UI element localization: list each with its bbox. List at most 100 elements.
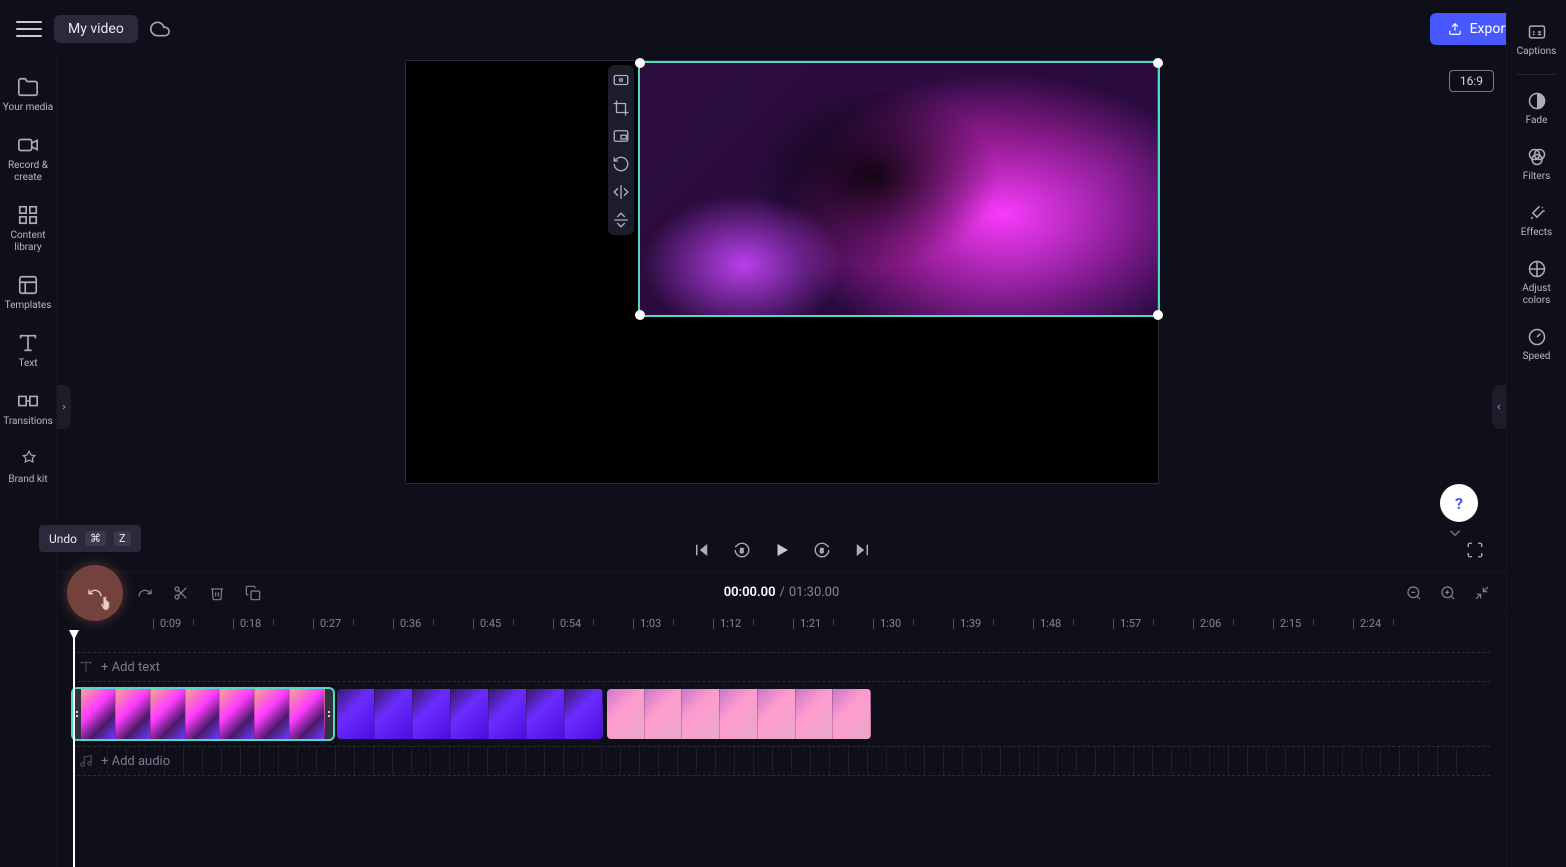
- zoom-out-icon[interactable]: [1406, 585, 1422, 601]
- flip-horizontal-icon[interactable]: [612, 183, 630, 201]
- redo-icon[interactable]: [137, 585, 153, 601]
- ruler-mark: 1:30: [873, 617, 901, 630]
- forward-5s-icon[interactable]: 5: [813, 541, 831, 559]
- ruler-mark: 1:03: [633, 617, 661, 630]
- right-item-filters[interactable]: Filters: [1507, 137, 1566, 193]
- library-icon: [17, 204, 39, 226]
- trash-icon[interactable]: [209, 585, 225, 601]
- sidebar-label: Brand kit: [8, 474, 47, 486]
- resize-handle-tr[interactable]: [1153, 58, 1163, 68]
- right-item-captions[interactable]: Captions: [1507, 12, 1566, 68]
- pip-icon[interactable]: [612, 127, 630, 145]
- flip-vertical-icon[interactable]: [612, 211, 630, 229]
- scissors-icon[interactable]: [173, 585, 189, 601]
- zoom-controls: [1406, 585, 1490, 601]
- filters-icon: [1527, 147, 1547, 167]
- right-item-effects[interactable]: Effects: [1507, 193, 1566, 249]
- ruler-mark: 0:54: [553, 617, 581, 630]
- zoom-in-icon[interactable]: [1440, 585, 1456, 601]
- undo-icon: [87, 585, 103, 601]
- skip-back-icon[interactable]: [693, 541, 711, 559]
- sidebar-label: Text: [18, 358, 37, 370]
- audio-track[interactable]: + Add audio: [73, 746, 1490, 776]
- sidebar-label: Templates: [5, 300, 52, 312]
- duplicate-icon[interactable]: [245, 585, 261, 601]
- right-item-adjust-colors[interactable]: Adjust colors: [1507, 249, 1566, 317]
- media-preview-image: [640, 63, 1158, 315]
- playback-controls: ? 5 5: [57, 528, 1506, 572]
- preview-canvas[interactable]: [405, 60, 1159, 484]
- sidebar-item-text[interactable]: Text: [0, 322, 56, 380]
- crop-icon[interactable]: [612, 99, 630, 117]
- time-display: 00:00.00/01:30.00: [724, 585, 840, 600]
- ruler-mark: 2:15: [1273, 617, 1301, 630]
- resize-handle-br[interactable]: [1153, 310, 1163, 320]
- aspect-ratio-button[interactable]: 16:9: [1449, 70, 1494, 92]
- rotate-icon[interactable]: [612, 155, 630, 173]
- sidebar-item-your-media[interactable]: Your media: [0, 66, 56, 124]
- ruler-mark: 1:12: [713, 617, 741, 630]
- main-area: 16:9 ? 5 5: [57, 58, 1506, 867]
- fit-icon[interactable]: [612, 71, 630, 89]
- zoom-fit-icon[interactable]: [1474, 585, 1490, 601]
- top-bar: My video Export: [0, 0, 1566, 58]
- sidebar-label: Record & create: [2, 160, 54, 184]
- ruler-mark: 1:21: [793, 617, 821, 630]
- skip-forward-icon[interactable]: [853, 541, 871, 559]
- export-label: Export: [1470, 21, 1510, 37]
- ruler-mark: 0:27: [313, 617, 341, 630]
- clip-handle-right[interactable]: [325, 689, 333, 739]
- sidebar-item-transitions[interactable]: Transitions: [0, 380, 56, 438]
- audio-track-placeholder: + Add audio: [101, 754, 170, 769]
- project-title[interactable]: My video: [54, 15, 138, 43]
- music-icon: [79, 754, 93, 768]
- ruler-mark: 1:48: [1033, 617, 1061, 630]
- fullscreen-icon[interactable]: [1466, 541, 1484, 559]
- menu-button[interactable]: [16, 16, 42, 42]
- timeline-tracks: + Add text + Add audio: [57, 636, 1506, 867]
- resize-handle-tl[interactable]: [635, 58, 645, 68]
- undo-button[interactable]: [67, 565, 123, 621]
- cloud-sync-icon[interactable]: [150, 19, 170, 39]
- sidebar-item-templates[interactable]: Templates: [0, 264, 56, 322]
- right-item-speed[interactable]: Speed: [1507, 317, 1566, 373]
- sidebar-item-record-create[interactable]: Record & create: [0, 124, 56, 194]
- transitions-icon: [17, 390, 39, 412]
- templates-icon: [17, 274, 39, 296]
- svg-text:5: 5: [819, 547, 823, 555]
- timeline-toolbar: Undo ⌘ Z 00:00.00/01:30.00: [57, 572, 1506, 612]
- text-track[interactable]: + Add text: [73, 652, 1490, 682]
- text-icon: [17, 332, 39, 354]
- ruler-mark: 0:36: [393, 617, 421, 630]
- playhead[interactable]: [73, 636, 75, 867]
- rewind-5s-icon[interactable]: 5: [733, 541, 751, 559]
- video-clip[interactable]: [607, 689, 871, 739]
- folder-icon: [17, 76, 39, 98]
- ruler-mark: 1:39: [953, 617, 981, 630]
- video-track[interactable]: [73, 688, 1490, 740]
- selected-media-frame[interactable]: [638, 61, 1160, 317]
- right-label: Captions: [1517, 46, 1557, 58]
- chevron-down-icon[interactable]: [1446, 524, 1464, 542]
- floating-toolbar: [608, 65, 634, 235]
- sidebar-label: Content library: [2, 230, 54, 254]
- ruler-mark: 2:24: [1353, 617, 1381, 630]
- video-clip[interactable]: [73, 689, 333, 739]
- help-button[interactable]: ?: [1440, 484, 1478, 522]
- sidebar-item-brand-kit[interactable]: Brand kit: [0, 438, 56, 496]
- video-clip[interactable]: [337, 689, 603, 739]
- timeline-ruler[interactable]: 0:090:180:270:360:450:541:031:121:211:30…: [57, 612, 1506, 636]
- captions-icon: [1527, 22, 1547, 42]
- current-time: 00:00.00: [724, 585, 776, 600]
- upload-icon: [1448, 22, 1462, 36]
- play-button[interactable]: [773, 541, 791, 559]
- speed-icon: [1527, 327, 1547, 347]
- right-item-fade[interactable]: Fade: [1507, 81, 1566, 137]
- text-icon: [79, 660, 93, 674]
- sidebar-item-content-library[interactable]: Content library: [0, 194, 56, 264]
- kbd-z: Z: [114, 531, 131, 546]
- svg-text:5: 5: [739, 547, 743, 555]
- resize-handle-bl[interactable]: [635, 310, 645, 320]
- camera-icon: [17, 134, 39, 156]
- right-label: Fade: [1526, 115, 1548, 127]
